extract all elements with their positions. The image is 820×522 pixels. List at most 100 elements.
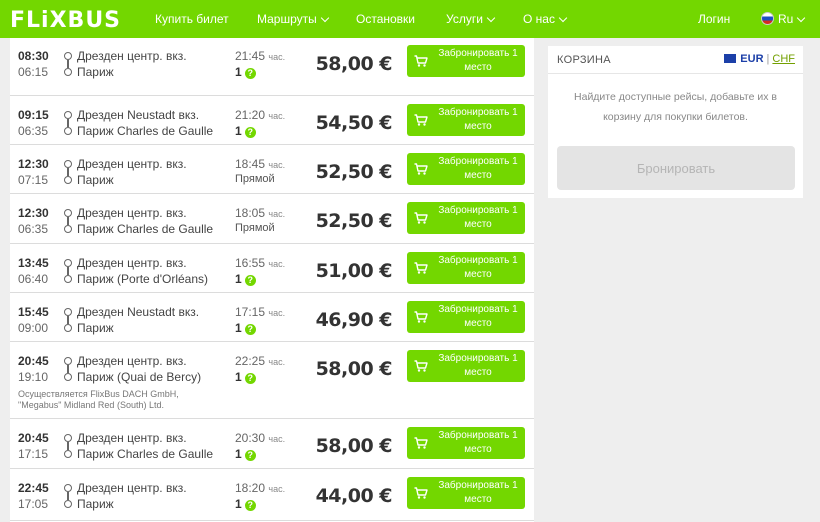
route-destination-dot xyxy=(64,500,72,508)
destination-stop[interactable]: Париж xyxy=(77,321,114,335)
destination-stop[interactable]: Париж xyxy=(77,497,114,511)
arrival-time: 17:05 xyxy=(18,497,49,511)
arrival-time: 06:35 xyxy=(18,222,49,236)
departure-time: 12:30 xyxy=(18,157,49,171)
book-seat-button[interactable]: Забронировать 1 место xyxy=(407,45,525,77)
book-seat-button[interactable]: Забронировать 1 место xyxy=(407,350,525,382)
nav-routes[interactable]: Маршруты xyxy=(257,12,330,26)
duration-unit: час. xyxy=(268,52,286,62)
route-origin-dot xyxy=(64,484,72,492)
route-origin-dot xyxy=(64,308,72,316)
book-seat-label: Забронировать 1 место xyxy=(435,106,525,134)
logo[interactable]: FLiXBUS xyxy=(10,8,121,33)
trip-price: 51,00 € xyxy=(315,260,393,282)
book-seat-button[interactable]: Забронировать 1 место xyxy=(407,427,525,459)
book-seat-label: Забронировать 1 место xyxy=(435,303,525,331)
book-line1: Забронировать 1 xyxy=(438,156,518,167)
question-icon[interactable]: ? xyxy=(244,127,256,138)
book-line2: место xyxy=(464,367,492,378)
book-line1: Забронировать 1 xyxy=(438,255,518,266)
origin-stop[interactable]: Дрезден центр. вкз. xyxy=(77,49,187,63)
destination-stop[interactable]: Париж xyxy=(77,65,114,79)
route-origin-dot xyxy=(64,52,72,60)
nav-buy-ticket[interactable]: Купить билет xyxy=(155,12,229,26)
arrival-time: 19:10 xyxy=(18,370,49,384)
book-seat-button[interactable]: Забронировать 1 место xyxy=(407,252,525,284)
destination-stop[interactable]: Париж (Quai de Bercy) xyxy=(77,370,201,384)
book-line2: место xyxy=(464,269,492,280)
login-link[interactable]: Логин xyxy=(698,12,730,26)
question-icon[interactable]: ? xyxy=(244,324,256,335)
destination-stop[interactable]: Париж Charles de Gaulle xyxy=(77,124,213,138)
language-selector[interactable]: Ru xyxy=(761,12,806,26)
nav-services[interactable]: Услуги xyxy=(446,12,496,26)
book-line2: место xyxy=(464,62,492,73)
destination-stop[interactable]: Париж Charles de Gaulle xyxy=(77,447,213,461)
departure-time: 22:45 xyxy=(18,481,49,495)
trip-price: 58,00 € xyxy=(315,358,393,380)
origin-stop[interactable]: Дрезден центр. вкз. xyxy=(77,157,187,171)
nav-services-label: Услуги xyxy=(446,12,483,26)
trip-row: 22:45 17:05 Дрезден центр. вкз. Париж 18… xyxy=(10,469,534,521)
arrival-time: 17:15 xyxy=(18,447,49,461)
basket-panel: КОРЗИНА EUR | CHF Найдите доступные рейсы,… xyxy=(548,46,803,198)
book-line1: Забронировать 1 xyxy=(438,353,518,364)
origin-stop[interactable]: Дрезден центр. вкз. xyxy=(77,481,187,495)
duration-value: 21:20 xyxy=(235,108,266,122)
trip-price: 46,90 € xyxy=(315,309,393,331)
destination-stop[interactable]: Париж xyxy=(77,173,114,187)
nav-stops[interactable]: Остановки xyxy=(356,12,415,26)
arrival-time: 06:35 xyxy=(18,124,49,138)
trip-price: 58,00 € xyxy=(315,435,393,457)
origin-stop[interactable]: Дрезден центр. вкз. xyxy=(77,256,187,270)
transfers: 1? xyxy=(235,370,256,384)
currency-chf[interactable]: CHF xyxy=(772,53,795,65)
question-icon[interactable]: ? xyxy=(244,275,256,286)
departure-time: 13:45 xyxy=(18,256,49,270)
trip-duration: 20:30 час. xyxy=(235,431,285,445)
basket-book-button[interactable]: Бронировать xyxy=(557,146,795,190)
question-icon[interactable]: ? xyxy=(244,373,256,384)
transfers: 1? xyxy=(235,497,256,511)
transfers: 1? xyxy=(235,321,256,335)
trip-row: 08:30 06:15 Дрезден центр. вкз. Париж 21… xyxy=(10,38,534,96)
question-icon[interactable]: ? xyxy=(244,450,256,461)
trip-row: 20:45 17:15 Дрезден центр. вкз. Париж Ch… xyxy=(10,419,534,469)
arrival-time: 09:00 xyxy=(18,321,49,335)
flag-eu-icon xyxy=(724,54,737,63)
route-origin-dot xyxy=(64,434,72,442)
destination-stop[interactable]: Париж Charles de Gaulle xyxy=(77,222,213,236)
book-seat-label: Забронировать 1 место xyxy=(435,479,525,507)
duration-unit: час. xyxy=(268,160,286,170)
question-icon[interactable]: ? xyxy=(244,500,256,511)
destination-stop[interactable]: Париж (Porte d'Orléans) xyxy=(77,272,208,286)
origin-stop[interactable]: Дрезден Neustadt вкз. xyxy=(77,305,199,319)
book-seat-button[interactable]: Забронировать 1 место xyxy=(407,301,525,333)
route-origin-dot xyxy=(64,357,72,365)
transfer-count: 1 xyxy=(235,65,242,79)
question-icon[interactable]: ? xyxy=(244,68,256,79)
duration-unit: час. xyxy=(268,357,286,367)
origin-stop[interactable]: Дрезден Neustadt вкз. xyxy=(77,108,199,122)
book-seat-button[interactable]: Забронировать 1 место xyxy=(407,153,525,185)
duration-unit: час. xyxy=(268,111,286,121)
book-seat-button[interactable]: Забронировать 1 место xyxy=(407,477,525,509)
book-seat-button[interactable]: Забронировать 1 место xyxy=(407,104,525,136)
trip-duration: 21:20 час. xyxy=(235,108,285,122)
duration-unit: час. xyxy=(268,259,286,269)
trip-price: 54,50 € xyxy=(315,112,393,134)
route-destination-dot xyxy=(64,68,72,76)
book-line1: Забронировать 1 xyxy=(438,205,518,216)
trip-results-list: 08:30 06:15 Дрезден центр. вкз. Париж 21… xyxy=(10,38,534,522)
trip-row: 20:45 19:10 Дрезден центр. вкз. Париж (Q… xyxy=(10,342,534,419)
route-line xyxy=(67,217,69,225)
departure-time: 20:45 xyxy=(18,431,49,445)
book-seat-button[interactable]: Забронировать 1 место xyxy=(407,202,525,234)
nav-about[interactable]: О нас xyxy=(523,12,568,26)
origin-stop[interactable]: Дрезден центр. вкз. xyxy=(77,206,187,220)
origin-stop[interactable]: Дрезден центр. вкз. xyxy=(77,431,187,445)
origin-stop[interactable]: Дрезден центр. вкз. xyxy=(77,354,187,368)
currency-eur[interactable]: EUR xyxy=(740,53,763,65)
trip-price: 58,00 € xyxy=(315,53,393,75)
route-destination-dot xyxy=(64,324,72,332)
